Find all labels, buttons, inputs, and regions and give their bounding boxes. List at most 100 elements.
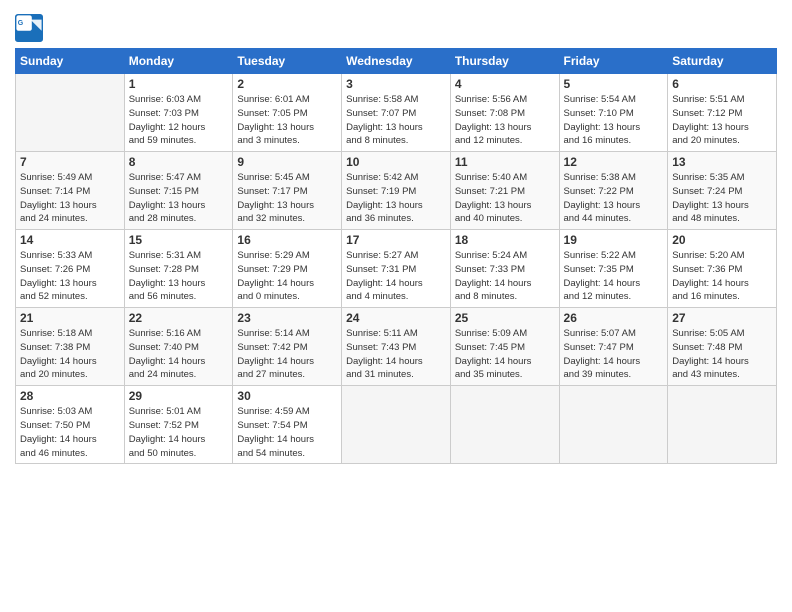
day-info: Sunrise: 5:51 AM Sunset: 7:12 PM Dayligh… — [672, 93, 772, 148]
day-cell: 4 Sunrise: 5:56 AM Sunset: 7:08 PM Daylig… — [450, 74, 559, 152]
day-number: 18 — [455, 233, 555, 247]
day-number: 8 — [129, 155, 229, 169]
day-cell: 26Sunrise: 5:07 AM Sunset: 7:47 PM Dayli… — [559, 308, 668, 386]
day-info: Sunrise: 5:05 AM Sunset: 7:48 PM Dayligh… — [672, 327, 772, 382]
day-info: Sunrise: 5:35 AM Sunset: 7:24 PM Dayligh… — [672, 171, 772, 226]
week-row-4: 21 Sunrise: 5:18 AM Sunset: 7:38 PM Dayli… — [16, 308, 777, 386]
day-number: 2 — [237, 77, 337, 91]
day-cell — [559, 386, 668, 464]
day-number: 28 — [20, 389, 120, 403]
day-cell: 6 Sunrise: 5:51 AM Sunset: 7:12 PM Daylig… — [668, 74, 777, 152]
day-number: 13 — [672, 155, 772, 169]
day-cell: 17 Sunrise: 5:27 AM Sunset: 7:31 PM Dayli… — [342, 230, 451, 308]
day-info: Sunrise: 5:58 AM Sunset: 7:07 PM Dayligh… — [346, 93, 446, 148]
day-info: Sunrise: 5:47 AM Sunset: 7:15 PM Dayligh… — [129, 171, 229, 226]
day-cell: 21 Sunrise: 5:18 AM Sunset: 7:38 PM Dayli… — [16, 308, 125, 386]
day-cell: 2 Sunrise: 6:01 AM Sunset: 7:05 PM Daylig… — [233, 74, 342, 152]
day-number: 6 — [672, 77, 772, 91]
col-header-friday: Friday — [559, 49, 668, 74]
week-row-1: 1 Sunrise: 6:03 AM Sunset: 7:03 PM Daylig… — [16, 74, 777, 152]
col-header-thursday: Thursday — [450, 49, 559, 74]
day-info: Sunrise: 5:56 AM Sunset: 7:08 PM Dayligh… — [455, 93, 555, 148]
week-row-3: 14 Sunrise: 5:33 AM Sunset: 7:26 PM Dayli… — [16, 230, 777, 308]
day-info: Sunrise: 5:33 AM Sunset: 7:26 PM Dayligh… — [20, 249, 120, 304]
day-number: 25 — [455, 311, 555, 325]
day-number: 14 — [20, 233, 120, 247]
calendar-table: SundayMondayTuesdayWednesdayThursdayFrid… — [15, 48, 777, 464]
day-number: 12 — [564, 155, 664, 169]
day-cell: 23Sunrise: 5:14 AM Sunset: 7:42 PM Dayli… — [233, 308, 342, 386]
day-cell: 3 Sunrise: 5:58 AM Sunset: 7:07 PM Daylig… — [342, 74, 451, 152]
day-number: 21 — [20, 311, 120, 325]
day-cell: 20 Sunrise: 5:20 AM Sunset: 7:36 PM Dayli… — [668, 230, 777, 308]
day-info: Sunrise: 5:38 AM Sunset: 7:22 PM Dayligh… — [564, 171, 664, 226]
logo: G — [15, 14, 47, 42]
header: G — [15, 10, 777, 42]
day-cell: 11 Sunrise: 5:40 AM Sunset: 7:21 PM Dayli… — [450, 152, 559, 230]
day-cell: 22 Sunrise: 5:16 AM Sunset: 7:40 PM Dayli… — [124, 308, 233, 386]
day-info: Sunrise: 5:16 AM Sunset: 7:40 PM Dayligh… — [129, 327, 229, 382]
col-header-saturday: Saturday — [668, 49, 777, 74]
day-info: Sunrise: 5:18 AM Sunset: 7:38 PM Dayligh… — [20, 327, 120, 382]
day-cell: 16 Sunrise: 5:29 AM Sunset: 7:29 PM Dayli… — [233, 230, 342, 308]
day-cell: 24 Sunrise: 5:11 AM Sunset: 7:43 PM Dayli… — [342, 308, 451, 386]
day-number: 11 — [455, 155, 555, 169]
day-info: Sunrise: 5:09 AM Sunset: 7:45 PM Dayligh… — [455, 327, 555, 382]
day-number: 10 — [346, 155, 446, 169]
day-number: 17 — [346, 233, 446, 247]
day-cell: 8 Sunrise: 5:47 AM Sunset: 7:15 PM Daylig… — [124, 152, 233, 230]
day-cell: 1 Sunrise: 6:03 AM Sunset: 7:03 PM Daylig… — [124, 74, 233, 152]
day-info: Sunrise: 5:31 AM Sunset: 7:28 PM Dayligh… — [129, 249, 229, 304]
day-number: 1 — [129, 77, 229, 91]
day-number: 30 — [237, 389, 337, 403]
day-number: 24 — [346, 311, 446, 325]
day-info: Sunrise: 5:20 AM Sunset: 7:36 PM Dayligh… — [672, 249, 772, 304]
day-info: Sunrise: 5:45 AM Sunset: 7:17 PM Dayligh… — [237, 171, 337, 226]
day-number: 22 — [129, 311, 229, 325]
day-info: Sunrise: 5:49 AM Sunset: 7:14 PM Dayligh… — [20, 171, 120, 226]
day-number: 3 — [346, 77, 446, 91]
day-info: Sunrise: 5:07 AM Sunset: 7:47 PM Dayligh… — [564, 327, 664, 382]
day-number: 4 — [455, 77, 555, 91]
day-info: Sunrise: 5:11 AM Sunset: 7:43 PM Dayligh… — [346, 327, 446, 382]
day-number: 19 — [564, 233, 664, 247]
day-info: Sunrise: 5:22 AM Sunset: 7:35 PM Dayligh… — [564, 249, 664, 304]
day-info: Sunrise: 5:40 AM Sunset: 7:21 PM Dayligh… — [455, 171, 555, 226]
day-cell: 12 Sunrise: 5:38 AM Sunset: 7:22 PM Dayli… — [559, 152, 668, 230]
day-info: Sunrise: 6:01 AM Sunset: 7:05 PM Dayligh… — [237, 93, 337, 148]
day-info: Sunrise: 4:59 AM Sunset: 7:54 PM Dayligh… — [237, 405, 337, 460]
col-header-tuesday: Tuesday — [233, 49, 342, 74]
day-cell — [342, 386, 451, 464]
day-cell — [450, 386, 559, 464]
day-info: Sunrise: 5:27 AM Sunset: 7:31 PM Dayligh… — [346, 249, 446, 304]
svg-text:G: G — [18, 20, 24, 27]
day-cell: 7 Sunrise: 5:49 AM Sunset: 7:14 PM Daylig… — [16, 152, 125, 230]
day-info: Sunrise: 5:01 AM Sunset: 7:52 PM Dayligh… — [129, 405, 229, 460]
day-cell: 10 Sunrise: 5:42 AM Sunset: 7:19 PM Dayli… — [342, 152, 451, 230]
day-info: Sunrise: 6:03 AM Sunset: 7:03 PM Dayligh… — [129, 93, 229, 148]
day-info: Sunrise: 5:29 AM Sunset: 7:29 PM Dayligh… — [237, 249, 337, 304]
day-cell: 5Sunrise: 5:54 AM Sunset: 7:10 PM Daylig… — [559, 74, 668, 152]
day-number: 7 — [20, 155, 120, 169]
day-number: 20 — [672, 233, 772, 247]
day-cell: 30 Sunrise: 4:59 AM Sunset: 7:54 PM Dayli… — [233, 386, 342, 464]
day-cell: 18 Sunrise: 5:24 AM Sunset: 7:33 PM Dayli… — [450, 230, 559, 308]
day-cell: 13 Sunrise: 5:35 AM Sunset: 7:24 PM Dayli… — [668, 152, 777, 230]
week-row-2: 7 Sunrise: 5:49 AM Sunset: 7:14 PM Daylig… — [16, 152, 777, 230]
logo-icon: G — [15, 14, 43, 42]
week-row-5: 28 Sunrise: 5:03 AM Sunset: 7:50 PM Dayli… — [16, 386, 777, 464]
day-cell: 14 Sunrise: 5:33 AM Sunset: 7:26 PM Dayli… — [16, 230, 125, 308]
day-number: 27 — [672, 311, 772, 325]
day-cell: 28 Sunrise: 5:03 AM Sunset: 7:50 PM Dayli… — [16, 386, 125, 464]
day-info: Sunrise: 5:42 AM Sunset: 7:19 PM Dayligh… — [346, 171, 446, 226]
day-number: 9 — [237, 155, 337, 169]
day-number: 16 — [237, 233, 337, 247]
calendar-header-row: SundayMondayTuesdayWednesdayThursdayFrid… — [16, 49, 777, 74]
day-cell: 9 Sunrise: 5:45 AM Sunset: 7:17 PM Daylig… — [233, 152, 342, 230]
day-number: 15 — [129, 233, 229, 247]
day-info: Sunrise: 5:03 AM Sunset: 7:50 PM Dayligh… — [20, 405, 120, 460]
day-number: 23 — [237, 311, 337, 325]
day-cell: 29Sunrise: 5:01 AM Sunset: 7:52 PM Dayli… — [124, 386, 233, 464]
day-info: Sunrise: 5:24 AM Sunset: 7:33 PM Dayligh… — [455, 249, 555, 304]
day-cell — [668, 386, 777, 464]
